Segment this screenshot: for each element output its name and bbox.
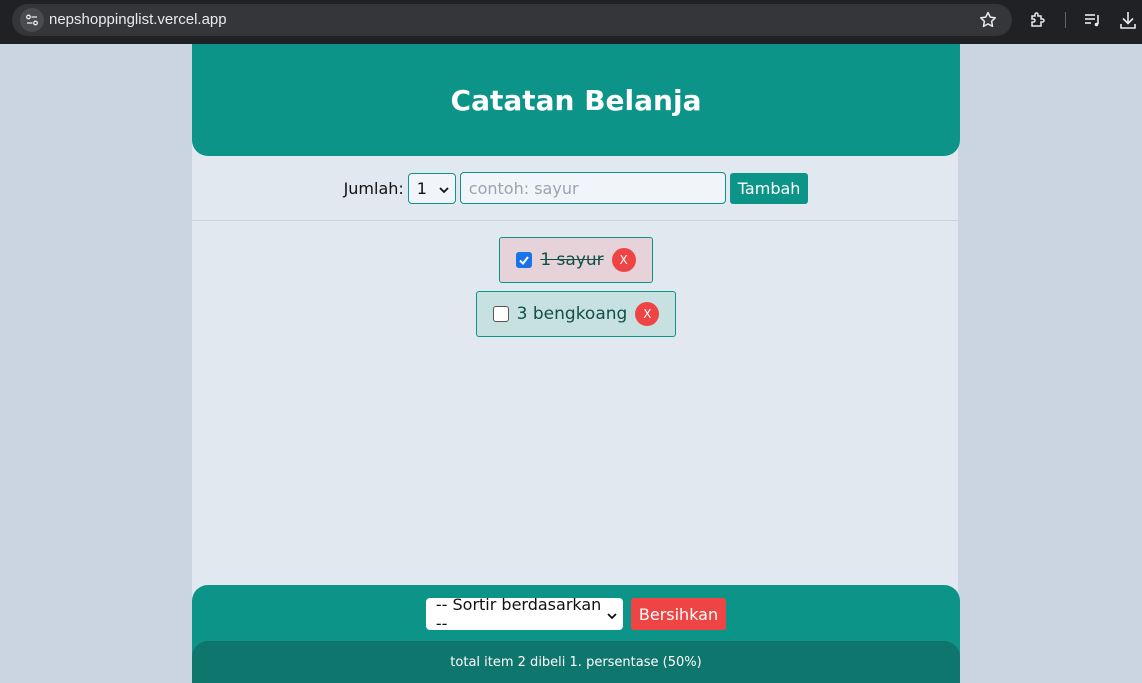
clear-button[interactable]: Bersihkan [630,598,727,630]
quantity-value: 1 [416,178,427,198]
download-icon[interactable] [1118,10,1138,34]
quantity-label: Jumlah: [343,178,404,198]
item-name-input[interactable] [459,172,726,204]
quantity-select[interactable]: 1 [407,172,456,204]
address-bar[interactable]: nepshoppinglist.vercel.app [12,4,1012,36]
list-item: 3 bengkoang X [475,291,677,337]
app-header: Catatan Belanja [192,44,960,156]
item-checkbox[interactable] [516,252,533,268]
stats-text: total item 2 dibeli 1. persentase (50%) [450,654,702,670]
app-container: Catatan Belanja Jumlah: 1 Tambah 1 sayur… [191,44,960,683]
extensions-icon[interactable] [1028,10,1048,34]
footer-controls: -- Sortir berdasarkan -- Bersihkan [192,595,960,633]
delete-item-button[interactable]: X [635,302,660,326]
item-text: 1 sayur [540,250,604,270]
app-footer: -- Sortir berdasarkan -- Bersihkan total… [192,585,960,683]
item-checkbox[interactable] [492,306,509,322]
browser-toolbar: nepshoppinglist.vercel.app [0,0,1142,44]
chevron-down-icon [439,179,449,198]
toolbar-divider [1065,12,1066,28]
checkmark-icon [519,256,530,266]
media-queue-icon[interactable] [1083,10,1103,34]
stats-bar: total item 2 dibeli 1. persentase (50%) [192,641,960,683]
sort-select[interactable]: -- Sortir berdasarkan -- [425,595,623,633]
delete-item-button[interactable]: X [611,248,636,272]
chevron-down-icon [607,605,617,624]
sort-selected-value: -- Sortir berdasarkan -- [435,595,602,633]
list-item: 1 sayur X [499,237,653,283]
add-item-form: Jumlah: 1 Tambah [192,156,960,221]
item-text: 3 bengkoang [516,304,628,324]
page-title: Catatan Belanja [450,83,702,117]
add-button[interactable]: Tambah [729,172,809,204]
url-text[interactable]: nepshoppinglist.vercel.app [49,11,227,28]
bookmark-star-icon[interactable] [978,10,998,34]
shopping-list: 1 sayur X 3 bengkoang X [192,237,960,337]
site-info-icon[interactable] [20,8,44,32]
